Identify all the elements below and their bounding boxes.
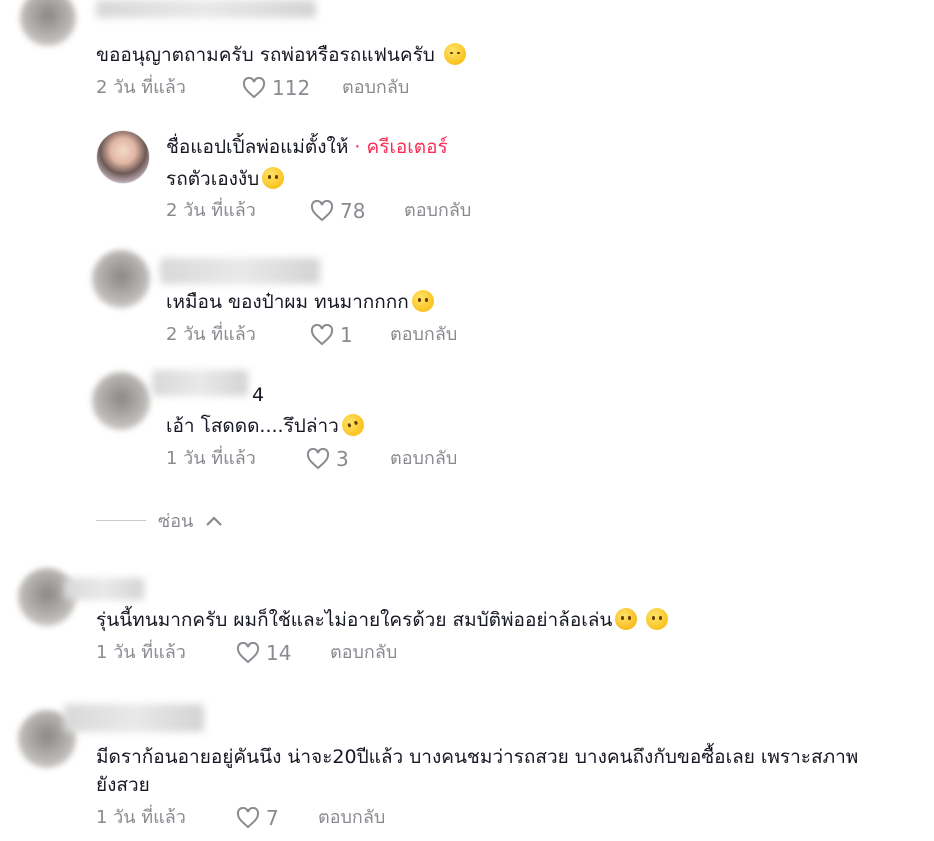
comment-text: มีดราก้อนอายอยู่คันนึง น่าจะ20ปีแล้ว บาง… [96,746,859,768]
like-button[interactable]: 1 [310,323,353,347]
commenter-name-partial[interactable]: 4 [252,382,264,408]
avatar[interactable] [20,0,76,46]
blurred-name [64,704,204,732]
hide-label: ซ่อน [158,511,194,532]
like-count: 1 [340,323,353,347]
like-button[interactable]: 7 [236,806,279,830]
hide-replies-button[interactable]: ซ่อน [96,506,223,535]
comment-text: รถตัวเองงับ [166,166,285,192]
like-count: 14 [266,641,292,665]
heart-icon [310,324,334,346]
like-button[interactable]: 78 [310,199,365,223]
blurred-top-name [96,0,316,18]
comment-time: 1 วัน ที่แล้ว [96,642,186,663]
creator-badge: · ครีเอเตอร์ [348,136,448,158]
heart-icon [306,448,330,470]
comment-text: เหมือน ของป๋าผม ทนมากกกก [166,289,434,315]
smiling-face-icon [646,608,669,630]
blurred-name [160,258,320,284]
avatar[interactable] [92,372,150,430]
like-count: 112 [272,76,311,100]
like-count: 78 [340,199,366,223]
comment-time: 2 วัน ที่แล้ว [166,324,256,345]
heart-icon [310,200,334,222]
heart-icon [236,642,260,664]
reply-button[interactable]: ตอบกลับ [390,447,457,471]
smiling-face-icon [411,290,434,312]
smiling-sweat-icon [615,608,638,630]
creator-avatar[interactable] [96,130,150,184]
like-button[interactable]: 14 [236,641,291,665]
heart-icon [236,807,260,829]
reply-button[interactable]: ตอบกลับ [390,323,457,347]
comment-time: 2 วัน ที่แล้ว [166,200,256,221]
laughing-face-icon [338,410,367,440]
like-count: 7 [266,806,279,830]
reply-button[interactable]: ตอบกลับ [404,199,471,223]
comment-time: 2 วัน ที่แล้ว [96,77,186,98]
commenter-name[interactable]: ชื่อแอปเปิ้ลพ่อแม่ตั้งให้ · ครีเอเตอร์ [166,134,448,160]
like-count: 3 [336,447,349,471]
comment-text: เอ้า โสดดด....รึปล่าว [166,410,367,440]
chevron-up-icon [206,515,223,526]
like-button[interactable]: 112 [242,76,310,100]
comment-time: 1 วัน ที่แล้ว [166,448,256,469]
reply-button[interactable]: ตอบกลับ [318,806,385,830]
smiling-face-icon [262,167,285,189]
reply-button[interactable]: ตอบกลับ [342,76,409,100]
divider-line [96,520,146,521]
comment-time: 1 วัน ที่แล้ว [96,807,186,828]
heart-icon [242,77,266,99]
comment-text-line2: ยังสวย [96,774,150,796]
comment-text: ขออนุญาตถามครับ รถพ่อหรือรถแฟนครับ [96,42,466,68]
blurred-name [64,578,144,600]
like-button[interactable]: 3 [306,447,349,471]
reply-button[interactable]: ตอบกลับ [330,641,397,665]
blurred-name [152,370,248,396]
avatar[interactable] [92,250,150,308]
comment-text: รุ่นนี้ทนมากครับ ผมก็ใช้และไม่อายใครด้วย… [96,607,669,633]
kissing-face-icon [443,43,466,65]
